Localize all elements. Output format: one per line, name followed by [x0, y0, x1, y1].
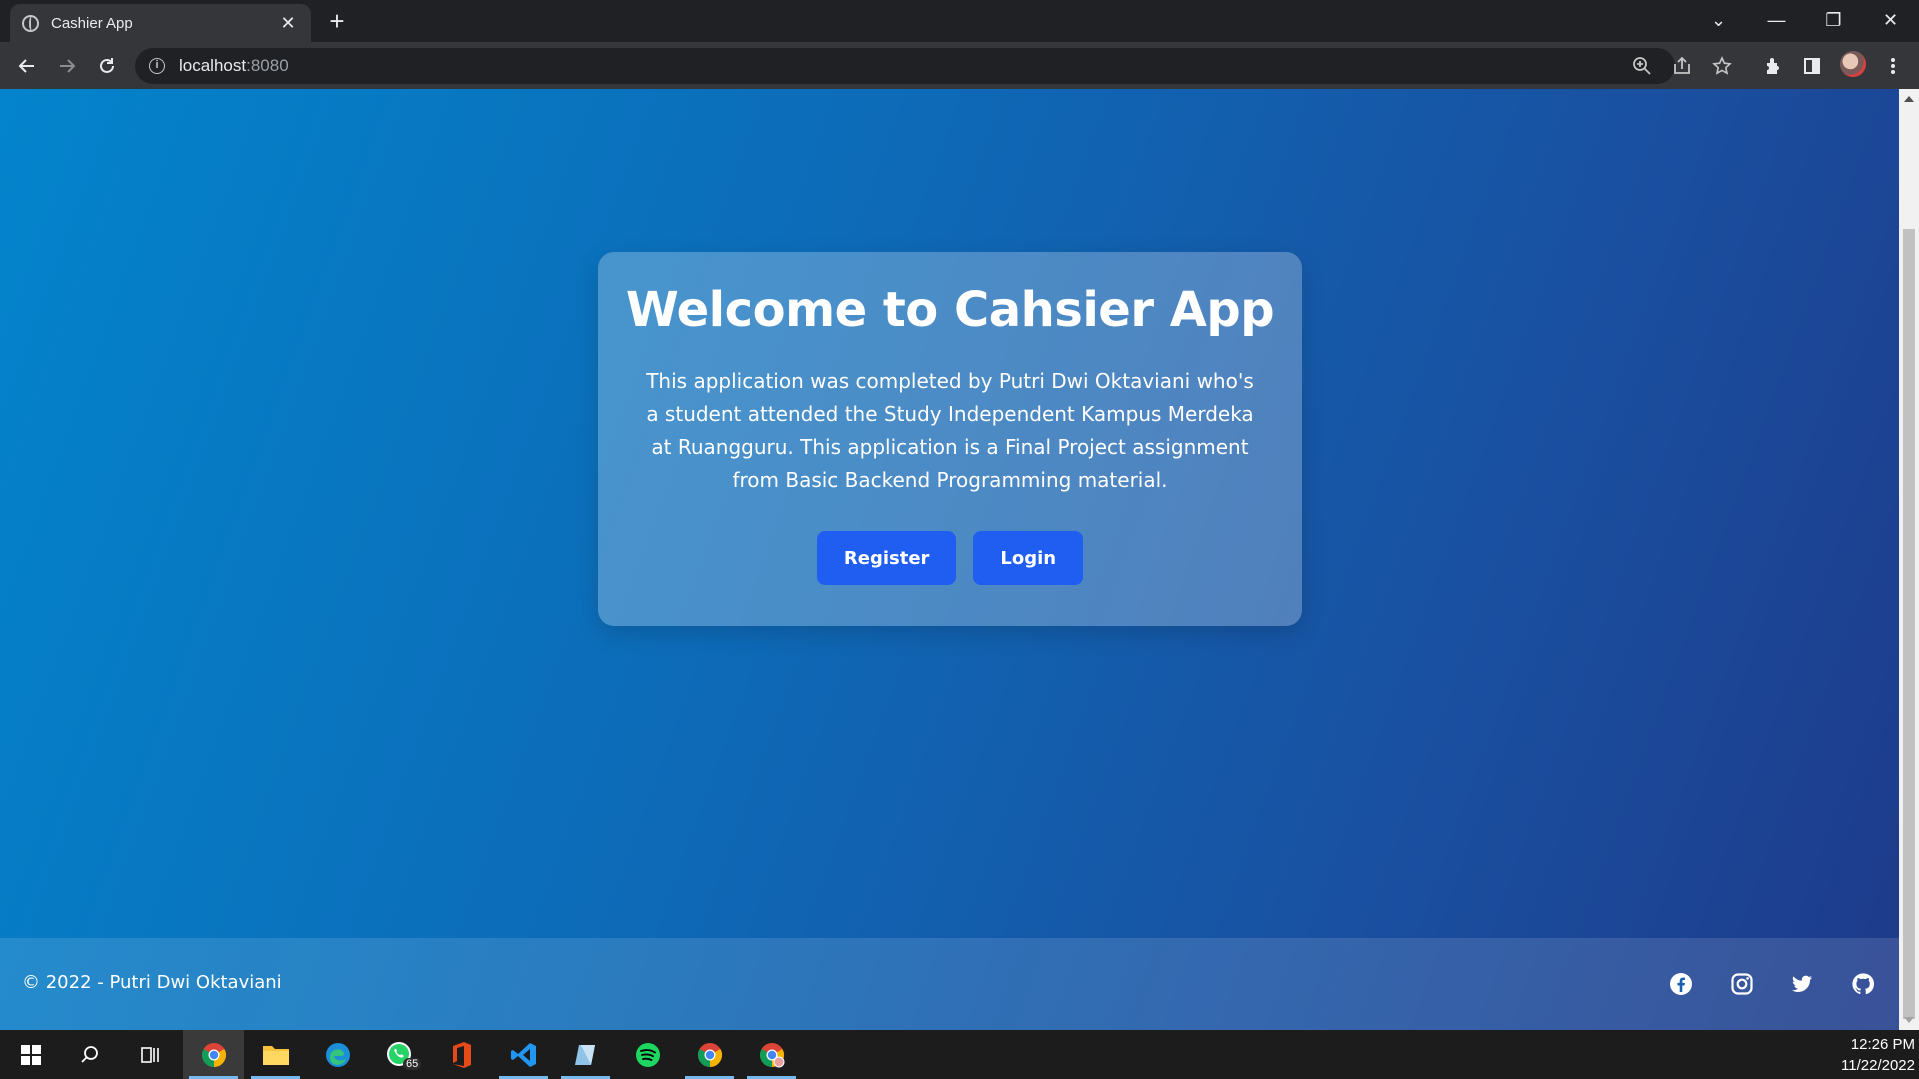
forward-button[interactable]: [50, 49, 84, 83]
side-panel-icon[interactable]: [1799, 53, 1825, 79]
taskbar-whatsapp[interactable]: 65: [369, 1030, 430, 1079]
browser-toolbar: i localhost :8080: [0, 42, 1919, 89]
forward-arrow-icon: [60, 59, 76, 73]
task-view-button[interactable]: [119, 1030, 180, 1079]
taskbar-spotify[interactable]: [617, 1030, 678, 1079]
taskbar-chrome-profile[interactable]: [183, 1030, 244, 1079]
reload-icon: [100, 58, 114, 73]
page-viewport: Welcome to Cahsier App This application …: [0, 89, 1899, 1030]
notification-badge: 65: [403, 1058, 422, 1070]
share-icon[interactable]: [1669, 53, 1695, 79]
app-description: This application was completed by Putri …: [646, 369, 1254, 492]
back-button[interactable]: [10, 49, 44, 83]
chrome-icon: [759, 1042, 784, 1067]
instagram-icon[interactable]: [1729, 971, 1755, 997]
close-window-button[interactable]: ✕: [1862, 0, 1919, 40]
windows-logo-icon: [20, 1044, 41, 1065]
tab-search-icon[interactable]: ⌄: [1690, 0, 1747, 40]
task-view-icon: [140, 1046, 159, 1063]
facebook-icon[interactable]: [1668, 971, 1694, 997]
browser-tab-strip: Cashier App ✕ + ⌄ — ❐ ✕: [0, 0, 1919, 42]
taskbar-vscode[interactable]: [493, 1030, 554, 1079]
scrollbar-thumb[interactable]: [1903, 229, 1915, 1019]
browser-tab[interactable]: Cashier App ✕: [10, 4, 311, 42]
tab-close-icon[interactable]: ✕: [277, 13, 299, 34]
address-bar[interactable]: i localhost :8080: [135, 48, 1675, 84]
start-button[interactable]: [0, 1030, 61, 1079]
restore-button[interactable]: ❐: [1805, 0, 1862, 40]
chrome-menu-icon[interactable]: [1880, 53, 1906, 79]
new-tab-button[interactable]: +: [324, 8, 350, 34]
action-buttons: Register Login: [598, 531, 1302, 585]
twitter-icon[interactable]: [1789, 971, 1815, 997]
reload-button[interactable]: [90, 49, 124, 83]
taskbar-file-explorer[interactable]: [245, 1030, 306, 1079]
system-clock[interactable]: 12:26 PM 11/22/2022: [1841, 1034, 1915, 1076]
office-icon: [452, 1041, 471, 1068]
taskbar-office[interactable]: [431, 1030, 492, 1079]
back-arrow-icon: [18, 59, 34, 73]
taskbar-chrome-second-profile[interactable]: [741, 1030, 802, 1079]
folder-icon: [262, 1045, 289, 1065]
notes-app-icon: [574, 1044, 595, 1065]
page-footer: © 2022 - Putri Dwi Oktaviani: [0, 938, 1899, 1030]
scroll-up-arrow-icon[interactable]: [1904, 96, 1914, 102]
chrome-icon: [201, 1042, 226, 1067]
page-title: Welcome to Cahsier App: [625, 282, 1275, 338]
extensions-icon[interactable]: [1760, 53, 1786, 79]
taskbar-notes-app[interactable]: [555, 1030, 616, 1079]
profile-avatar[interactable]: [1840, 51, 1866, 77]
clock-date: 11/22/2022: [1841, 1057, 1915, 1074]
windows-taskbar: 65 12:26 PM 11/22/2022: [0, 1030, 1919, 1079]
site-info-icon[interactable]: i: [149, 58, 165, 74]
url-host: localhost: [179, 56, 247, 75]
minimize-button[interactable]: —: [1748, 0, 1805, 40]
url-port: :8080: [246, 56, 289, 75]
register-button[interactable]: Register: [816, 531, 957, 585]
edge-icon: [325, 1042, 350, 1067]
vertical-scrollbar[interactable]: [1899, 89, 1919, 1030]
login-button[interactable]: Login: [973, 531, 1084, 585]
vscode-icon: [510, 1042, 536, 1067]
github-icon[interactable]: [1850, 971, 1876, 997]
zoom-icon[interactable]: [1629, 53, 1655, 79]
bookmark-star-icon[interactable]: [1709, 53, 1735, 79]
clock-time: 12:26 PM: [1850, 1036, 1915, 1053]
scroll-down-arrow-icon[interactable]: [1904, 1017, 1914, 1023]
copyright-text: © 2022 - Putri Dwi Oktaviani: [22, 972, 282, 993]
search-icon: [80, 1045, 98, 1063]
tab-title: Cashier App: [51, 14, 133, 32]
globe-icon: [22, 14, 39, 32]
chrome-icon: [697, 1042, 722, 1067]
welcome-card: Welcome to Cahsier App This application …: [598, 252, 1302, 626]
taskbar-search-button[interactable]: [59, 1030, 120, 1079]
taskbar-edge[interactable]: [307, 1030, 368, 1079]
taskbar-chrome[interactable]: [679, 1030, 740, 1079]
spotify-icon: [635, 1042, 660, 1067]
